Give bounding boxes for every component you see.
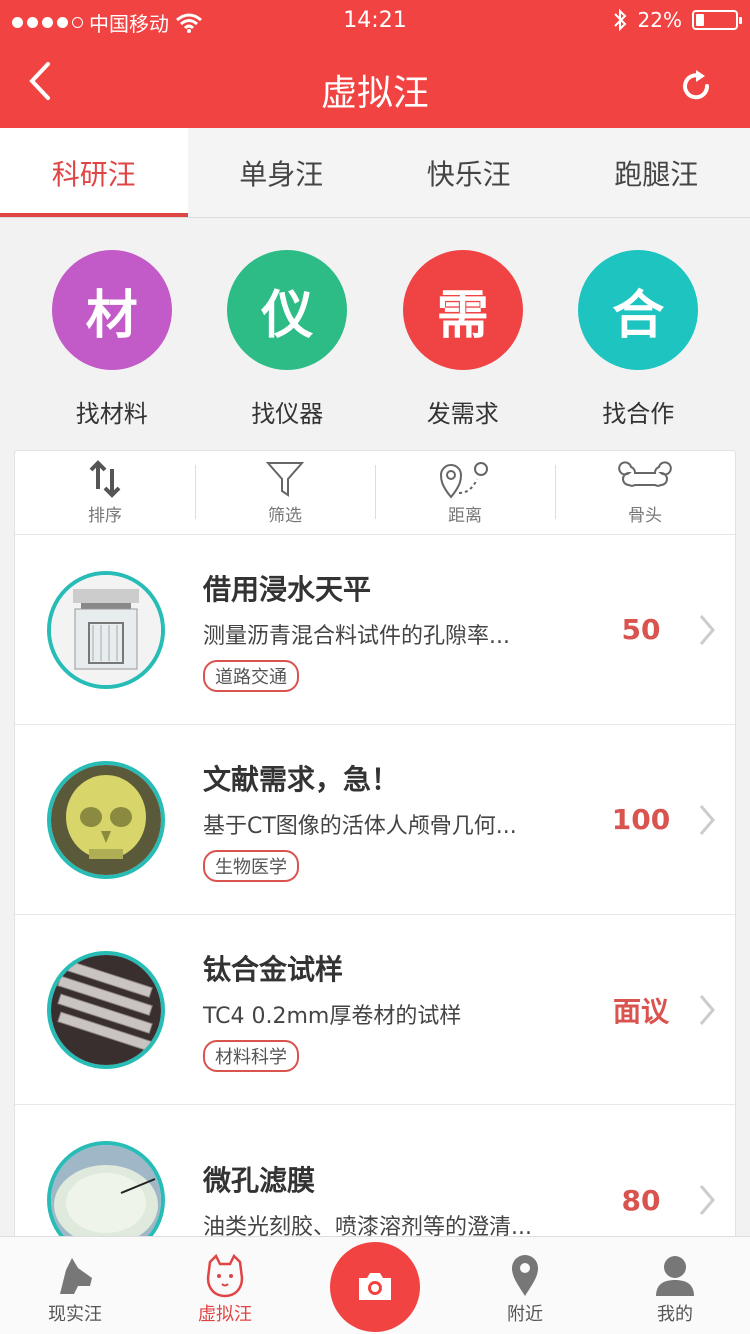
- balance-image: [51, 574, 161, 685]
- quick-actions: 材 找材料 仪 找仪器 需 发需求 合 找合作: [0, 218, 750, 450]
- instrument-icon[interactable]: 仪: [227, 250, 348, 370]
- tabbar-nearby[interactable]: 附近: [450, 1237, 600, 1334]
- item-thumbnail: [47, 570, 165, 689]
- tabbar-label: 现实汪: [48, 1304, 102, 1325]
- list-item[interactable]: 钛合金试样 TC4 0.2mm厚卷材的试样 材料科学 面议: [15, 915, 735, 1105]
- bluetooth-icon: [613, 8, 626, 32]
- quick-label: 找材料: [75, 400, 148, 428]
- camera-icon: [359, 1273, 391, 1300]
- item-price: 50: [621, 613, 661, 646]
- shiba-icon: [206, 1253, 244, 1298]
- quick-label: 找仪器: [251, 400, 324, 428]
- filter-bone[interactable]: 骨头: [555, 451, 735, 534]
- item-price: 80: [621, 1183, 661, 1217]
- dog-head-icon: [60, 1258, 92, 1294]
- item-price: 面议: [612, 994, 669, 1028]
- demand-icon[interactable]: 需: [402, 250, 523, 370]
- list-item[interactable]: 文献需求，急！ 基于CT图像的活体人颅骨几何... 生物医学 100: [15, 725, 735, 915]
- user-icon: [656, 1256, 694, 1296]
- material-icon[interactable]: 材: [51, 250, 172, 370]
- chevron-right-icon: [699, 994, 715, 1025]
- tab-keyan[interactable]: 科研汪: [0, 128, 188, 217]
- listing-card: 排序 筛选 距离 骨头 借用浸水天平 测量沥青混合料试件的孔隙率... 道路交通…: [14, 450, 736, 1280]
- quick-label: 找合作: [602, 400, 675, 428]
- item-title: 微孔滤膜: [203, 1164, 316, 1197]
- chevron-right-icon: [699, 614, 715, 645]
- list-item[interactable]: 借用浸水天平 测量沥青混合料试件的孔隙率... 道路交通 50: [15, 535, 735, 725]
- tabbar-label: 我的: [657, 1304, 693, 1325]
- camera-button[interactable]: [330, 1242, 420, 1332]
- chevron-right-icon: [699, 804, 715, 835]
- tabbar-mine[interactable]: 我的: [600, 1237, 750, 1334]
- tab-kuaile[interactable]: 快乐汪: [375, 128, 563, 217]
- tab-paotui[interactable]: 跑腿汪: [563, 128, 750, 217]
- filter-label: 筛选: [268, 506, 302, 526]
- item-description: TC4 0.2mm厚卷材的试样: [203, 1003, 462, 1029]
- item-tag: 材料科学: [203, 1039, 299, 1072]
- sort-icon: [89, 460, 121, 498]
- filter-screen[interactable]: 筛选: [195, 451, 375, 534]
- tabbar-virtual[interactable]: 虚拟汪: [150, 1237, 300, 1334]
- item-title: 文献需求，急！: [203, 762, 400, 796]
- refresh-icon[interactable]: [676, 66, 716, 106]
- item-description: 基于CT图像的活体人颅骨几何...: [203, 813, 517, 839]
- chevron-right-icon: [699, 1185, 715, 1215]
- location-route-icon: [439, 462, 488, 499]
- quick-label: 发需求: [426, 400, 499, 428]
- page-title: 虚拟汪: [320, 73, 429, 114]
- tab-danshen[interactable]: 单身汪: [188, 128, 376, 217]
- item-thumbnail: [47, 760, 165, 879]
- status-bar: 中国移动 14:21 22%: [0, 0, 750, 42]
- bone-icon: [618, 461, 672, 487]
- tabbar-label: 虚拟汪: [198, 1304, 252, 1325]
- funnel-icon: [265, 462, 305, 497]
- app-header: 中国移动 14:21 22% 虚拟汪: [0, 0, 750, 128]
- filter-label: 距离: [448, 506, 482, 526]
- filter-distance[interactable]: 距离: [375, 451, 555, 534]
- category-tabs: 科研汪 单身汪 快乐汪 跑腿汪: [0, 128, 750, 218]
- item-tag: 道路交通: [203, 659, 299, 692]
- battery-icon: [692, 10, 742, 30]
- filter-bar: 排序 筛选 距离 骨头: [15, 451, 735, 535]
- filter-label: 骨头: [628, 506, 662, 526]
- quick-post-demand[interactable]: 需 发需求: [383, 218, 543, 450]
- location-pin-icon: [512, 1255, 538, 1296]
- item-title: 钛合金试样: [203, 952, 344, 986]
- titanium-tubes-image: [51, 954, 161, 1065]
- filter-label: 排序: [88, 506, 122, 526]
- filter-sort[interactable]: 排序: [15, 451, 195, 534]
- cooperation-icon[interactable]: 合: [578, 250, 699, 370]
- quick-find-cooperation[interactable]: 合 找合作: [558, 218, 718, 450]
- skull-ct-image: [51, 764, 161, 875]
- tabbar-reality[interactable]: 现实汪: [0, 1237, 150, 1334]
- item-price: 100: [611, 803, 671, 836]
- quick-find-instrument[interactable]: 仪 找仪器: [207, 218, 367, 450]
- item-thumbnail: [47, 950, 165, 1069]
- item-description: 测量沥青混合料试件的孔隙率...: [203, 623, 510, 649]
- battery-percent: 22%: [637, 8, 682, 32]
- tabbar-label: 附近: [507, 1304, 543, 1325]
- item-tag: 生物医学: [203, 849, 299, 882]
- quick-find-material[interactable]: 材 找材料: [32, 218, 192, 450]
- item-title: 借用浸水天平: [203, 572, 372, 606]
